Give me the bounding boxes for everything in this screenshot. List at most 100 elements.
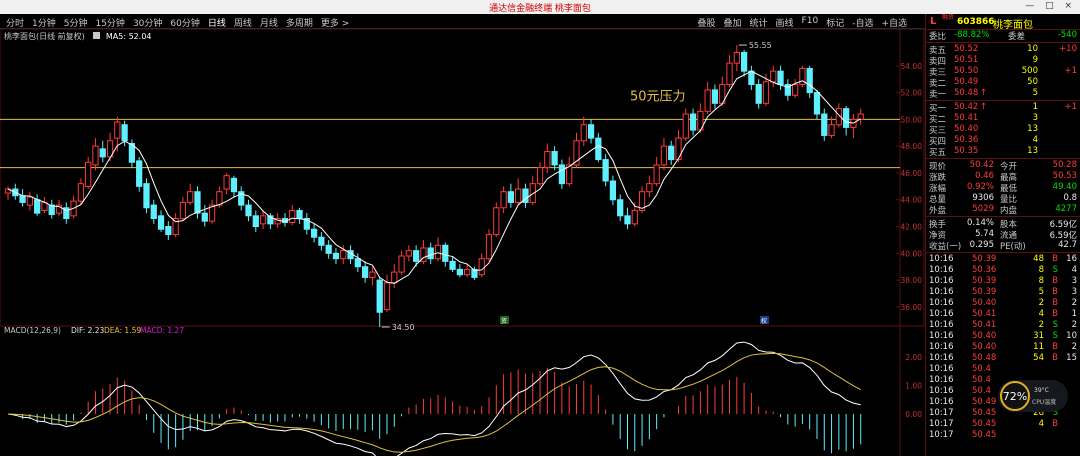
ask-price: 50.49 xyxy=(954,77,979,87)
tick-time: 10:16 xyxy=(929,287,954,297)
tick-time: 10:16 xyxy=(929,320,954,330)
tick-time: 10:16 xyxy=(929,342,954,352)
cpu-gauge-widget[interactable]: 72% 39°C CPU温度 xyxy=(998,380,1068,412)
price-axis-label: 48.00 xyxy=(901,142,923,151)
price-axis-label: 44.00 xyxy=(901,196,923,205)
period-tab-7[interactable]: 周线 xyxy=(230,16,256,29)
candle-body xyxy=(289,209,296,224)
candle-body xyxy=(828,124,835,136)
event-marker[interactable]: 权 xyxy=(761,317,767,325)
period-tab-4[interactable]: 30分钟 xyxy=(129,16,166,29)
candle-body xyxy=(500,191,507,209)
tool-button-0[interactable]: 叠股 xyxy=(693,16,719,29)
stock-code: 603866 xyxy=(957,17,995,27)
ask-price: 50.50 xyxy=(954,66,979,76)
period-tab-6[interactable]: 日线 xyxy=(204,16,230,29)
stat-value: 4277 xyxy=(1055,204,1077,214)
bid-volume: 4 xyxy=(1032,135,1038,145)
period-tab-2[interactable]: 5分钟 xyxy=(60,16,92,29)
candle-body xyxy=(580,124,587,142)
bid-price: 50.40 xyxy=(954,124,979,134)
tool-button-5[interactable]: 标记 xyxy=(822,16,848,29)
candle-body xyxy=(821,113,828,136)
period-tab-0[interactable]: 分时 xyxy=(2,16,28,29)
period-tabs: 分时 1分钟 5分钟 15分钟 30分钟 60分钟 日线 周线 月线 多周期 更多 > xyxy=(2,16,353,29)
period-tab-9[interactable]: 多周期 xyxy=(282,16,317,29)
tick-row: 10:17 50.45 xyxy=(926,430,1080,441)
tick-side: B xyxy=(1052,287,1058,297)
macd-legend-macd_label: MACD(12,26,9) xyxy=(4,326,61,335)
window-controls[interactable]: — □ × xyxy=(1025,1,1076,11)
candle-body xyxy=(536,167,544,185)
tick-count: 15 xyxy=(1066,353,1077,363)
bid-book: 买一 50.42 1 +1 ↑ 买二 50.41 3 买三 50.40 13 买四 50.36 4 买五 50… xyxy=(926,102,1080,158)
tick-volume: 4 xyxy=(1038,419,1044,429)
tick-volume: 8 xyxy=(1038,265,1044,275)
tick-volume: 11 xyxy=(1033,342,1044,352)
candle-body xyxy=(726,62,733,86)
stat-value: 50.53 xyxy=(1052,171,1077,181)
kline-chart[interactable]: 54.00 52.00 50.00 48.00 46.00 44.00 42.00 40.00… xyxy=(0,29,925,456)
candle-body xyxy=(813,92,821,115)
candle-body xyxy=(675,137,682,161)
stat-row: 现价 50.42 今开 50.28 xyxy=(926,160,1080,172)
tick-time: 10:16 xyxy=(929,254,954,264)
window-titlebar: 通达信金融终端 桃李面包 — □ × xyxy=(0,0,1080,14)
dif-line xyxy=(7,341,861,456)
candle-body xyxy=(493,207,500,236)
period-tab-1[interactable]: 1分钟 xyxy=(28,16,60,29)
fund-row: 收益(一) 0.295 PE(动) 42.7 xyxy=(926,240,1080,252)
candle-body xyxy=(485,234,493,260)
margin-mark: 融资 xyxy=(942,14,955,21)
tool-button-3[interactable]: 画线 xyxy=(772,16,798,29)
ask-row: 卖五 50.52 10 +10 xyxy=(926,44,1080,56)
candle-body xyxy=(114,121,121,139)
indicator-flag-icon[interactable] xyxy=(93,32,101,39)
tick-row: 10:16 50.40 31 S 10 xyxy=(926,331,1080,342)
stat-value: 50.42 xyxy=(969,160,994,170)
candle-body xyxy=(340,250,347,260)
ask-volume: 500 xyxy=(1021,66,1038,76)
tick-price: 50.48 xyxy=(972,353,997,363)
candle-body xyxy=(85,161,92,187)
candle-body xyxy=(653,164,660,185)
candle-body xyxy=(748,70,755,86)
tick-volume: 31 xyxy=(1033,331,1044,341)
period-tab-8[interactable]: 月线 xyxy=(256,16,282,29)
candle-body xyxy=(136,160,143,187)
tool-button-2[interactable]: 统计 xyxy=(746,16,772,29)
cpu-usage-ring: 72% xyxy=(1000,381,1030,411)
candle-body xyxy=(172,217,179,236)
tick-row: 10:16 50.39 48 B 16 xyxy=(926,254,1080,265)
price-axis-label: 50.00 xyxy=(901,115,923,124)
tick-count: 3 xyxy=(1071,276,1077,286)
quote-header: L 融资 603866 桃李面包 xyxy=(926,14,1080,31)
candle-body xyxy=(668,145,675,161)
tool-button-4[interactable]: F10 xyxy=(798,16,823,29)
tick-count: 16 xyxy=(1066,254,1077,264)
tick-time: 10:16 xyxy=(929,375,954,385)
ask-change: +10 xyxy=(1059,44,1077,54)
event-marker[interactable]: 资 xyxy=(501,317,507,325)
pressure-annotation[interactable]: 50元压力 xyxy=(630,90,686,105)
tick-time: 10:16 xyxy=(929,265,954,275)
period-tab-5[interactable]: 60分钟 xyxy=(166,16,203,29)
tick-list[interactable]: 10:16 50.39 48 B 16 10:16 50.36 8 S 4 10:16 50.39 8 B… xyxy=(926,254,1080,441)
candle-body xyxy=(369,271,376,278)
candle-body xyxy=(755,84,762,104)
candle-body xyxy=(230,177,238,193)
tick-row: 10:17 50.45 4 B xyxy=(926,419,1080,430)
tick-time: 10:16 xyxy=(929,331,954,341)
stock-name: 桃李面包 xyxy=(993,20,1033,31)
tool-button-7[interactable]: +自选 xyxy=(877,16,911,29)
period-tab-10[interactable]: 更多 > xyxy=(317,16,353,29)
tool-button-1[interactable]: 叠加 xyxy=(720,16,746,29)
fundamental-stats: 换手 0.14% 股本 6.59亿 净资 5.74 流通 6.59亿 收益(一) 0.295 PE(… xyxy=(926,218,1080,252)
period-tab-3[interactable]: 15分钟 xyxy=(91,16,128,29)
tick-price: 50.39 xyxy=(972,287,997,297)
candle-body xyxy=(296,209,303,219)
market-flag: L xyxy=(930,16,937,27)
tick-time: 10:16 xyxy=(929,298,954,308)
tool-button-6[interactable]: -自选 xyxy=(848,16,877,29)
candle-body xyxy=(770,70,777,83)
